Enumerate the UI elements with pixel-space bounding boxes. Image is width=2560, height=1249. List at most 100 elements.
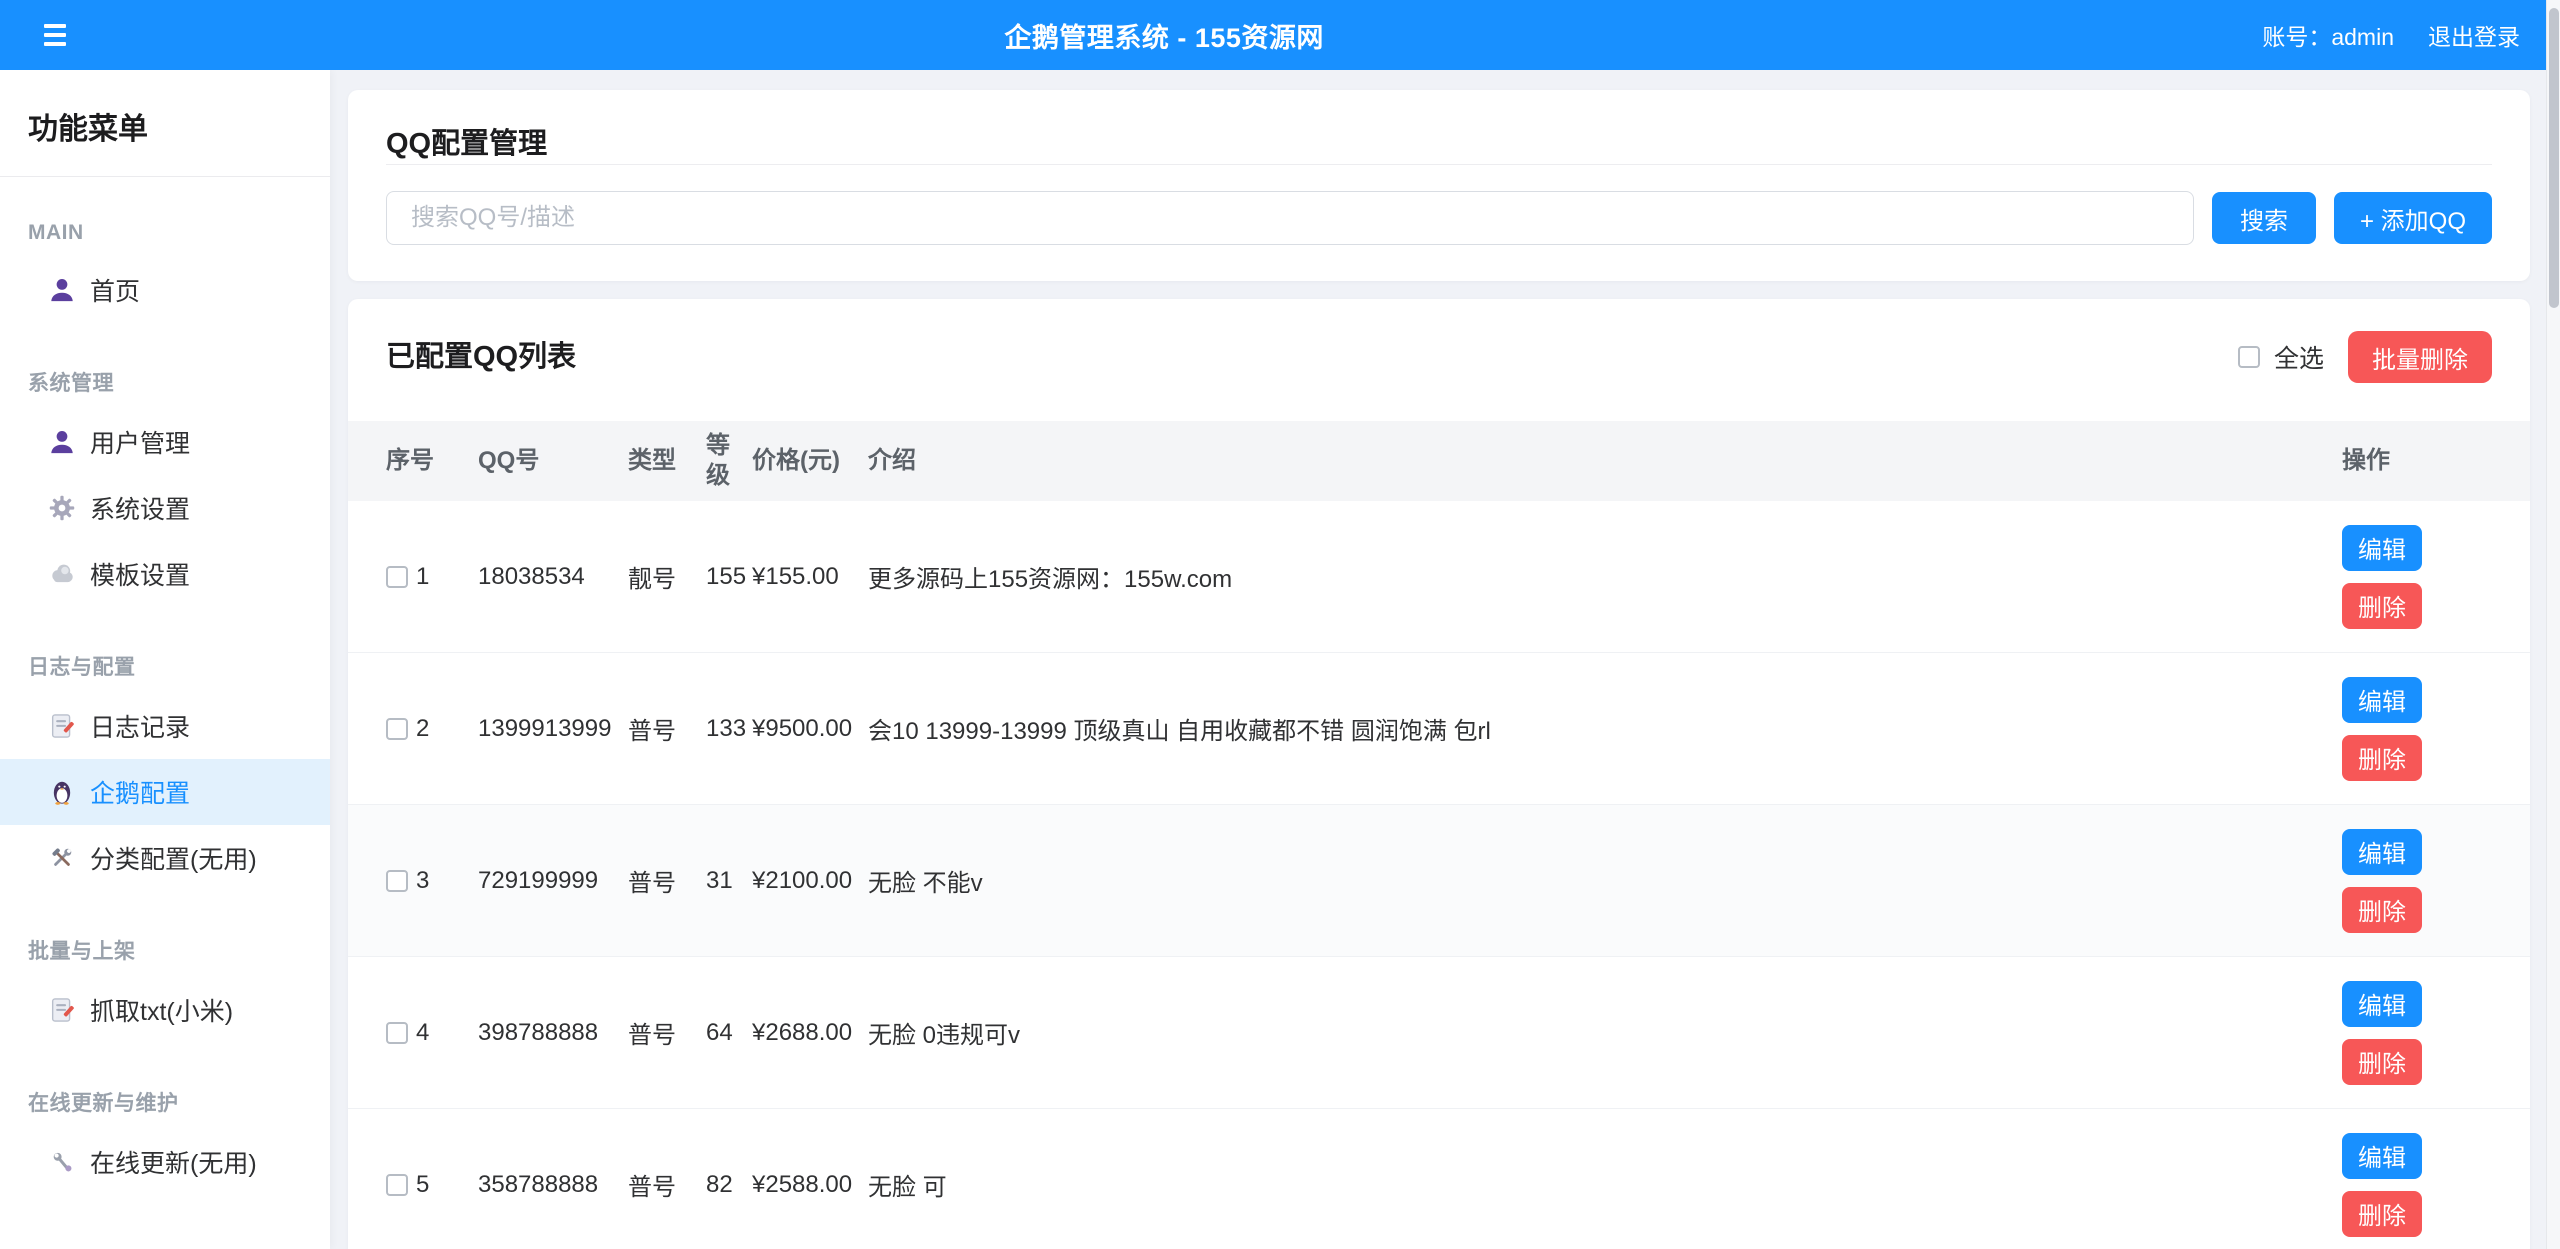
section-label-update: 在线更新与维护 xyxy=(0,1087,330,1117)
sidebar-item-category-config[interactable]: 分类配置(无用) xyxy=(0,825,330,891)
menu-icon[interactable] xyxy=(44,24,66,46)
main-content: QQ配置管理 搜索 + 添加QQ 已配置QQ列表 全选 批量删除 序号 QQ号 … xyxy=(330,70,2560,1249)
edit-button[interactable]: 编辑 xyxy=(2342,525,2422,571)
memo-icon xyxy=(48,996,76,1024)
divider xyxy=(386,164,2492,165)
sidebar-item-users[interactable]: 用户管理 xyxy=(0,409,330,475)
add-qq-button[interactable]: + 添加QQ xyxy=(2334,192,2492,244)
row-level: 31 xyxy=(706,867,752,895)
memo-icon xyxy=(48,712,76,740)
row-price: ¥155.00 xyxy=(752,563,868,591)
row-price: ¥9500.00 xyxy=(752,715,868,743)
table-row: 1 18038534 靓号 155 ¥155.00 更多源码上155资源网：15… xyxy=(348,501,2530,653)
row-desc: 更多源码上155资源网：155w.com xyxy=(868,559,2342,594)
list-header: 已配置QQ列表 全选 批量删除 xyxy=(348,331,2530,383)
row-type: 普号 xyxy=(628,711,706,746)
column-header-index: 序号 xyxy=(386,446,478,476)
sidebar-item-penguin-config[interactable]: 企鹅配置 xyxy=(0,759,330,825)
edit-button[interactable]: 编辑 xyxy=(2342,829,2422,875)
list-controls: 全选 批量删除 xyxy=(2238,331,2492,383)
sidebar-item-system-settings[interactable]: 系统设置 xyxy=(0,475,330,541)
section-label-main: MAIN xyxy=(0,221,330,245)
row-index: 3 xyxy=(416,867,429,895)
sidebar-item-label: 首页 xyxy=(90,272,140,308)
logout-link[interactable]: 退出登录 xyxy=(2428,18,2520,52)
sidebar-item-grab-txt[interactable]: 抓取txt(小米) xyxy=(0,977,330,1043)
row-level: 155 xyxy=(706,563,752,591)
sidebar-item-label: 用户管理 xyxy=(90,424,190,460)
user-icon xyxy=(48,428,76,456)
scrollbar-thumb[interactable] xyxy=(2549,8,2559,308)
sidebar-item-logs[interactable]: 日志记录 xyxy=(0,693,330,759)
row-checkbox[interactable] xyxy=(386,566,408,588)
row-checkbox[interactable] xyxy=(386,718,408,740)
row-index: 1 xyxy=(416,563,429,591)
delete-button[interactable]: 删除 xyxy=(2342,735,2422,781)
sidebar-item-label: 在线更新(无用) xyxy=(90,1144,257,1180)
table-row: 5 358788888 普号 82 ¥2588.00 无脸 可 编辑 删除 xyxy=(348,1109,2530,1249)
row-qq: 18038534 xyxy=(478,563,628,591)
row-qq: 729199999 xyxy=(478,867,628,895)
edit-button[interactable]: 编辑 xyxy=(2342,1133,2422,1179)
column-header-type: 类型 xyxy=(628,446,706,476)
sidebar-item-online-update[interactable]: 在线更新(无用) xyxy=(0,1129,330,1195)
search-button[interactable]: 搜索 xyxy=(2212,192,2316,244)
row-type: 靓号 xyxy=(628,559,706,594)
account-label: 账号：admin xyxy=(2262,18,2394,52)
qq-config-card: QQ配置管理 搜索 + 添加QQ xyxy=(348,90,2530,281)
batch-delete-button[interactable]: 批量删除 xyxy=(2348,331,2492,383)
scrollbar[interactable] xyxy=(2546,0,2560,1249)
sidebar-item-label: 企鹅配置 xyxy=(90,774,190,810)
edit-button[interactable]: 编辑 xyxy=(2342,981,2422,1027)
row-index: 4 xyxy=(416,1019,429,1047)
row-price: ¥2588.00 xyxy=(752,1171,868,1199)
row-qq: 358788888 xyxy=(478,1171,628,1199)
list-title: 已配置QQ列表 xyxy=(386,337,576,377)
section-label-logs: 日志与配置 xyxy=(0,651,330,681)
sidebar-item-template-settings[interactable]: 模板设置 xyxy=(0,541,330,607)
row-price: ¥2100.00 xyxy=(752,867,868,895)
select-all-label: 全选 xyxy=(2274,339,2324,375)
row-desc: 无脸 不能v xyxy=(868,863,2342,898)
wrench-icon xyxy=(48,1148,76,1176)
delete-button[interactable]: 删除 xyxy=(2342,583,2422,629)
search-input[interactable] xyxy=(386,191,2194,245)
row-level: 64 xyxy=(706,1019,752,1047)
qq-table: 序号 QQ号 类型 等级 价格(元) 介绍 操作 1 18038534 靓号 1… xyxy=(348,421,2530,1249)
gear-icon xyxy=(48,494,76,522)
column-header-actions: 操作 xyxy=(2342,446,2492,476)
qq-list-card: 已配置QQ列表 全选 批量删除 序号 QQ号 类型 等级 价格(元) 介绍 操作… xyxy=(348,299,2530,1249)
row-checkbox[interactable] xyxy=(386,1174,408,1196)
column-header-desc: 介绍 xyxy=(868,446,2342,476)
row-type: 普号 xyxy=(628,1167,706,1202)
row-type: 普号 xyxy=(628,1015,706,1050)
search-row: 搜索 + 添加QQ xyxy=(386,191,2492,245)
table-row: 3 729199999 普号 31 ¥2100.00 无脸 不能v 编辑 删除 xyxy=(348,805,2530,957)
sidebar-item-label: 日志记录 xyxy=(90,708,190,744)
row-index: 5 xyxy=(416,1171,429,1199)
sidebar-item-home[interactable]: 首页 xyxy=(0,257,330,323)
column-header-level: 等级 xyxy=(706,431,752,491)
delete-button[interactable]: 删除 xyxy=(2342,887,2422,933)
row-checkbox[interactable] xyxy=(386,1022,408,1044)
edit-button[interactable]: 编辑 xyxy=(2342,677,2422,723)
row-desc: 无脸 可 xyxy=(868,1167,2342,1202)
topbar: 企鹅管理系统 - 155资源网 账号：admin 退出登录 xyxy=(0,0,2560,70)
sidebar-item-label: 分类配置(无用) xyxy=(90,840,257,876)
section-label-system: 系统管理 xyxy=(0,367,330,397)
page-title: QQ配置管理 xyxy=(386,124,2492,164)
delete-button[interactable]: 删除 xyxy=(2342,1191,2422,1237)
row-level: 82 xyxy=(706,1171,752,1199)
sidebar-item-label: 系统设置 xyxy=(90,490,190,526)
delete-button[interactable]: 删除 xyxy=(2342,1039,2422,1085)
select-all-checkbox[interactable] xyxy=(2238,346,2260,368)
row-price: ¥2688.00 xyxy=(752,1019,868,1047)
section-label-batch: 批量与上架 xyxy=(0,935,330,965)
app-title: 企鹅管理系统 - 155资源网 xyxy=(66,16,2262,55)
tools-icon xyxy=(48,844,76,872)
row-desc: 无脸 0违规可v xyxy=(868,1015,2342,1050)
row-level: 133 xyxy=(706,715,752,743)
row-checkbox[interactable] xyxy=(386,870,408,892)
sidebar-item-label: 抓取txt(小米) xyxy=(90,992,233,1028)
table-header-row: 序号 QQ号 类型 等级 价格(元) 介绍 操作 xyxy=(348,421,2530,501)
